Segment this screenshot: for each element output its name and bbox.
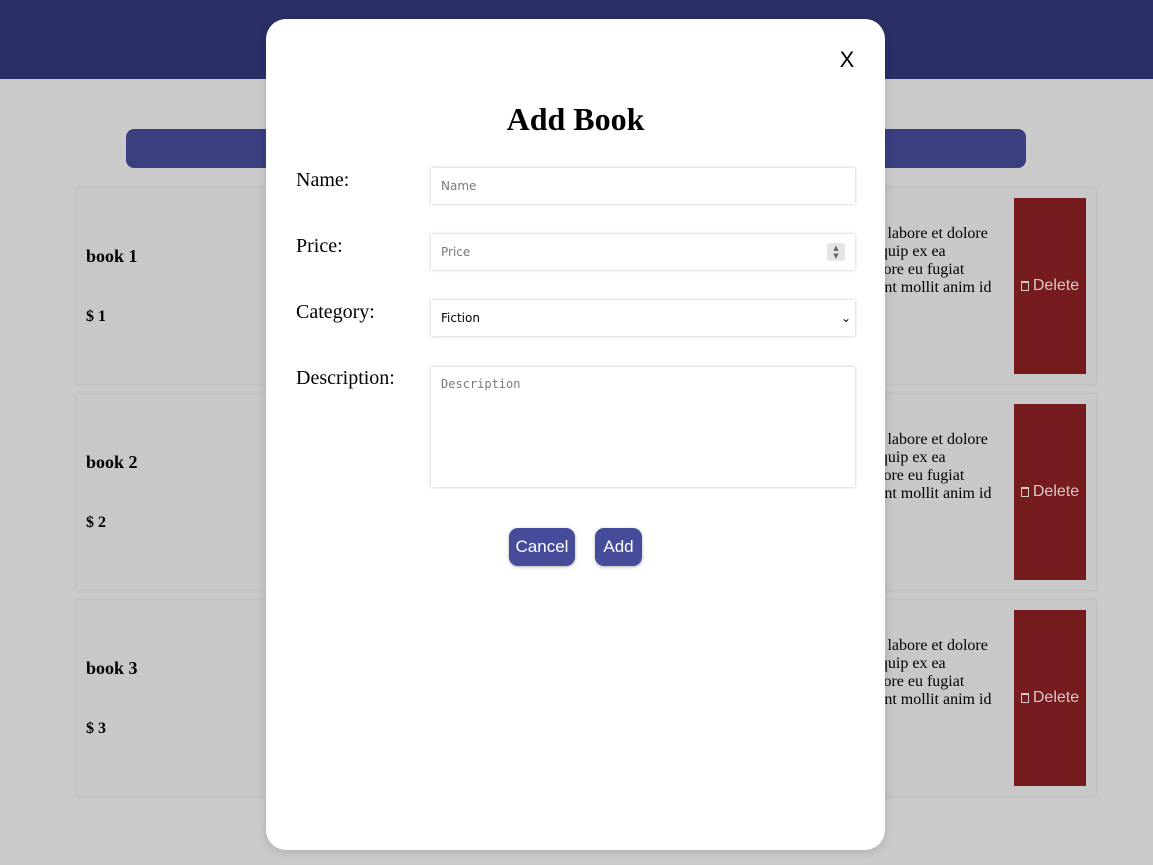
delete-label: Delete <box>1032 483 1080 500</box>
price-input[interactable]: Price ▲ ▼ <box>431 234 855 270</box>
description-label: Description: <box>296 367 395 389</box>
close-button[interactable]: X <box>836 47 858 73</box>
name-placeholder: Name <box>441 179 477 193</box>
book-price: $ 1 <box>86 308 106 325</box>
description-line: ut labore et dolore <box>871 225 988 242</box>
delete-button[interactable]: Delete <box>1014 198 1086 374</box>
description-textarea[interactable]: Description <box>431 367 855 487</box>
book-description: ut labore et dolore liquip ex ea olore e… <box>871 431 1011 503</box>
delete-label: Delete <box>1032 689 1080 706</box>
delete-label: Delete <box>1032 277 1080 294</box>
trash-icon <box>1020 281 1029 291</box>
description-line: liquip ex ea <box>871 449 946 466</box>
description-line: olore eu fugiat <box>871 467 965 484</box>
price-placeholder: Price <box>441 245 471 259</box>
chevron-down-icon: ⌄ <box>840 311 851 325</box>
trash-icon <box>1020 487 1029 497</box>
description-line: ut labore et dolore <box>871 431 988 448</box>
description-line: runt mollit anim id <box>871 691 992 708</box>
book-name: book 3 <box>86 658 138 678</box>
description-line: runt mollit anim id <box>871 485 992 502</box>
description-line: olore eu fugiat <box>871 673 965 690</box>
category-select[interactable]: Fiction ⌄ <box>431 300 855 336</box>
description-placeholder: Description <box>441 377 521 391</box>
price-label: Price: <box>296 235 343 257</box>
category-value: Fiction <box>441 311 480 325</box>
book-name: book 1 <box>86 246 138 266</box>
add-button[interactable]: Add <box>595 528 642 566</box>
description-line: runt mollit anim id <box>871 279 992 296</box>
delete-button[interactable]: Delete <box>1014 404 1086 580</box>
trash-icon <box>1020 693 1029 703</box>
name-label: Name: <box>296 169 350 191</box>
cancel-button[interactable]: Cancel <box>509 528 575 566</box>
spinner-icon[interactable]: ▲ ▼ <box>827 243 845 261</box>
category-label: Category: <box>296 301 375 323</box>
book-price: $ 2 <box>86 514 106 531</box>
book-price: $ 3 <box>86 720 106 737</box>
description-line: olore eu fugiat <box>871 261 965 278</box>
description-line: liquip ex ea <box>871 243 946 260</box>
name-input[interactable]: Name <box>431 168 855 204</box>
delete-button[interactable]: Delete <box>1014 610 1086 786</box>
description-line: ut labore et dolore <box>871 637 988 654</box>
add-book-modal: X Add Book Name: Name Price: Price ▲ ▼ Ca… <box>266 19 885 850</box>
description-line: liquip ex ea <box>871 655 946 672</box>
modal-title: Add Book <box>506 101 645 137</box>
book-description: ut labore et dolore liquip ex ea olore e… <box>871 637 1011 709</box>
book-name: book 2 <box>86 452 138 472</box>
book-description: ut labore et dolore liquip ex ea olore e… <box>871 225 1011 297</box>
